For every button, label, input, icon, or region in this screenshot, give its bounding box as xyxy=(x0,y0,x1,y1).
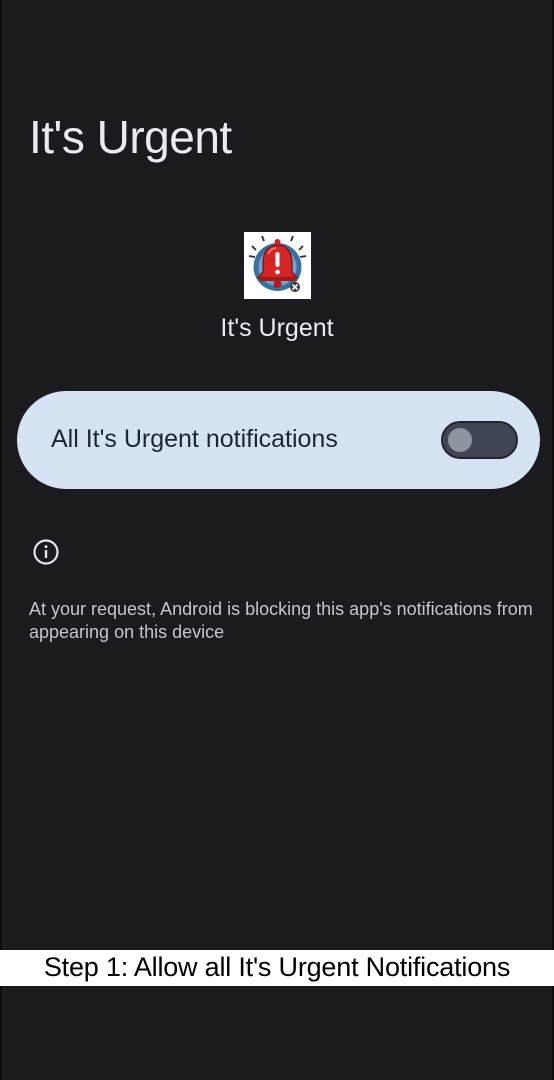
alarm-bell-icon xyxy=(244,232,311,299)
step-caption-bar: Step 1: Allow all It's Urgent Notificati… xyxy=(0,950,554,986)
screen-edge-left xyxy=(0,0,2,1080)
all-notifications-label: All It's Urgent notifications xyxy=(51,425,338,453)
app-name: It's Urgent xyxy=(220,314,334,342)
page-title: It's Urgent xyxy=(29,111,232,163)
notifications-switch[interactable] xyxy=(441,421,518,459)
blocked-notifications-message: At your request, Android is blocking thi… xyxy=(29,599,533,642)
switch-thumb xyxy=(448,428,472,452)
step-caption: Step 1: Allow all It's Urgent Notificati… xyxy=(43,952,511,982)
info-icon xyxy=(32,538,60,566)
all-notifications-toggle-row[interactable]: All It's Urgent notifications xyxy=(17,391,540,489)
